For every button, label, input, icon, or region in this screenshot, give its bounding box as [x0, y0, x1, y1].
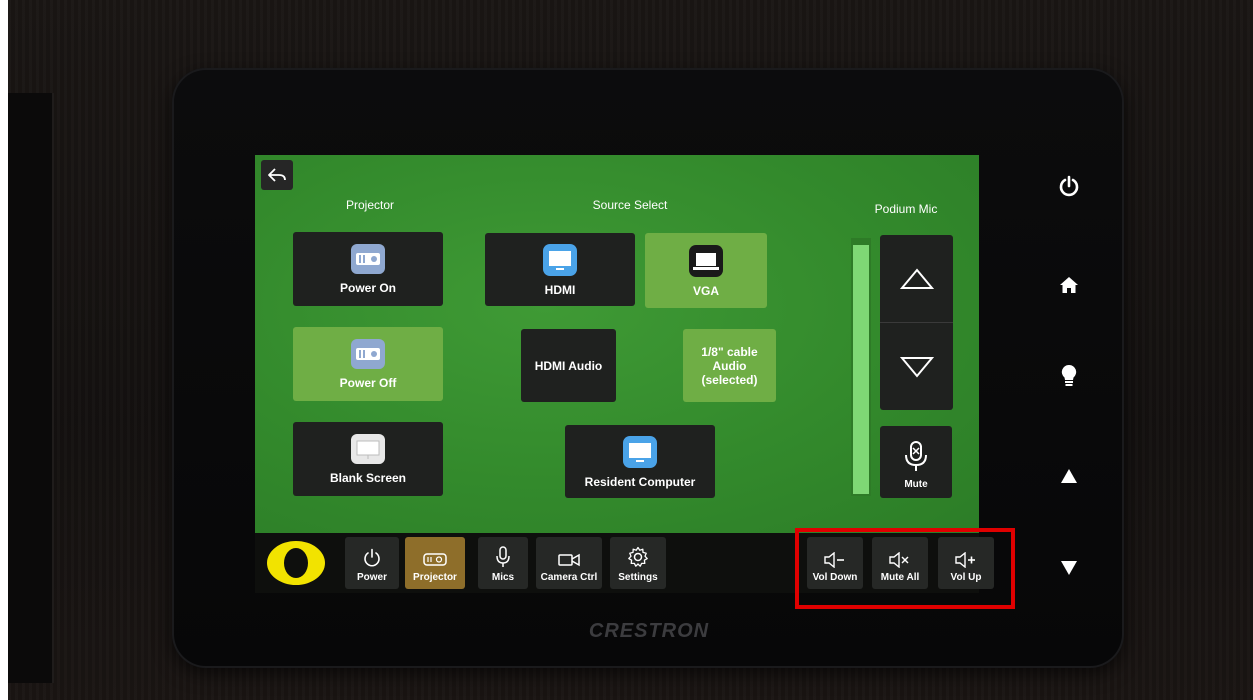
gear-icon — [628, 546, 648, 567]
back-button[interactable] — [261, 160, 293, 190]
hardware-lights-button[interactable] — [1046, 353, 1092, 399]
microphone-icon — [496, 546, 510, 567]
mic-volume-down-button[interactable] — [880, 323, 953, 410]
camera-ctrl-tab[interactable]: Camera Ctrl — [536, 537, 602, 589]
projector-section-title: Projector — [345, 198, 395, 212]
resident-computer-label: Resident Computer — [584, 474, 696, 489]
projector-icon — [351, 244, 385, 274]
camera-icon — [558, 553, 580, 567]
power-tab-label: Power — [356, 572, 387, 583]
hdmi-audio-label: HDMI Audio — [534, 358, 603, 373]
down-triangle-icon — [899, 356, 934, 378]
microphone-muted-icon — [905, 441, 927, 471]
source-select-section-title: Source Select — [592, 198, 668, 212]
blank-screen-label: Blank Screen — [329, 471, 407, 485]
projector-tab-label: Projector — [413, 572, 457, 583]
settings-tab[interactable]: Settings — [610, 537, 666, 589]
mic-level-fill — [853, 245, 869, 494]
mic-volume-up-button[interactable] — [880, 235, 953, 322]
power-on-label: Power On — [339, 281, 396, 295]
camera-ctrl-tab-label: Camera Ctrl — [540, 572, 598, 583]
hdmi-label: HDMI — [544, 282, 576, 297]
mic-volume-rocker — [880, 235, 953, 410]
mute-label: Mute — [904, 479, 928, 490]
home-icon — [1060, 277, 1078, 293]
mics-tab-label: Mics — [491, 572, 515, 583]
power-off-label: Power Off — [339, 376, 397, 390]
monitor-icon — [623, 435, 657, 468]
resident-computer-button[interactable]: Resident Computer — [565, 425, 715, 498]
screen-icon — [351, 434, 385, 464]
cable-audio-button[interactable]: 1/8" cable Audio (selected) — [683, 329, 776, 402]
projector-icon — [423, 553, 447, 566]
back-arrow-icon — [268, 168, 286, 182]
hardware-down-button[interactable] — [1046, 545, 1092, 591]
power-off-button[interactable]: Power Off — [293, 327, 443, 401]
laptop-icon — [689, 244, 723, 277]
mics-tab[interactable]: Mics — [478, 537, 528, 589]
hardware-up-button[interactable] — [1046, 453, 1092, 499]
podium-mic-section-title: Podium Mic — [874, 202, 938, 216]
blank-screen-button[interactable]: Blank Screen — [293, 422, 443, 496]
power-icon — [1059, 175, 1079, 197]
power-on-button[interactable]: Power On — [293, 232, 443, 306]
hardware-home-button[interactable] — [1046, 262, 1092, 308]
mic-mute-button[interactable]: Mute — [880, 426, 952, 498]
vga-source-button[interactable]: VGA — [645, 233, 767, 308]
volume-controls-highlight — [795, 528, 1015, 609]
hdmi-audio-button[interactable]: HDMI Audio — [521, 329, 616, 402]
projector-tab[interactable]: Projector — [405, 537, 465, 589]
wall-bracket — [8, 93, 54, 683]
cable-audio-label: 1/8" cable Audio (selected) — [701, 344, 758, 387]
power-tab[interactable]: Power — [345, 537, 399, 589]
projector-icon — [351, 339, 385, 369]
up-triangle-icon — [899, 267, 934, 289]
lightbulb-icon — [1061, 364, 1077, 386]
hdmi-source-button[interactable]: HDMI — [485, 233, 635, 306]
settings-tab-label: Settings — [618, 572, 658, 583]
university-o-logo — [267, 541, 325, 585]
hardware-power-button[interactable] — [1046, 163, 1092, 209]
down-arrow-icon — [1061, 561, 1077, 575]
brand-logo: CRESTRON — [588, 620, 710, 642]
power-icon — [364, 548, 380, 567]
vga-label: VGA — [692, 283, 719, 298]
up-arrow-icon — [1061, 469, 1077, 483]
monitor-icon — [543, 243, 577, 276]
